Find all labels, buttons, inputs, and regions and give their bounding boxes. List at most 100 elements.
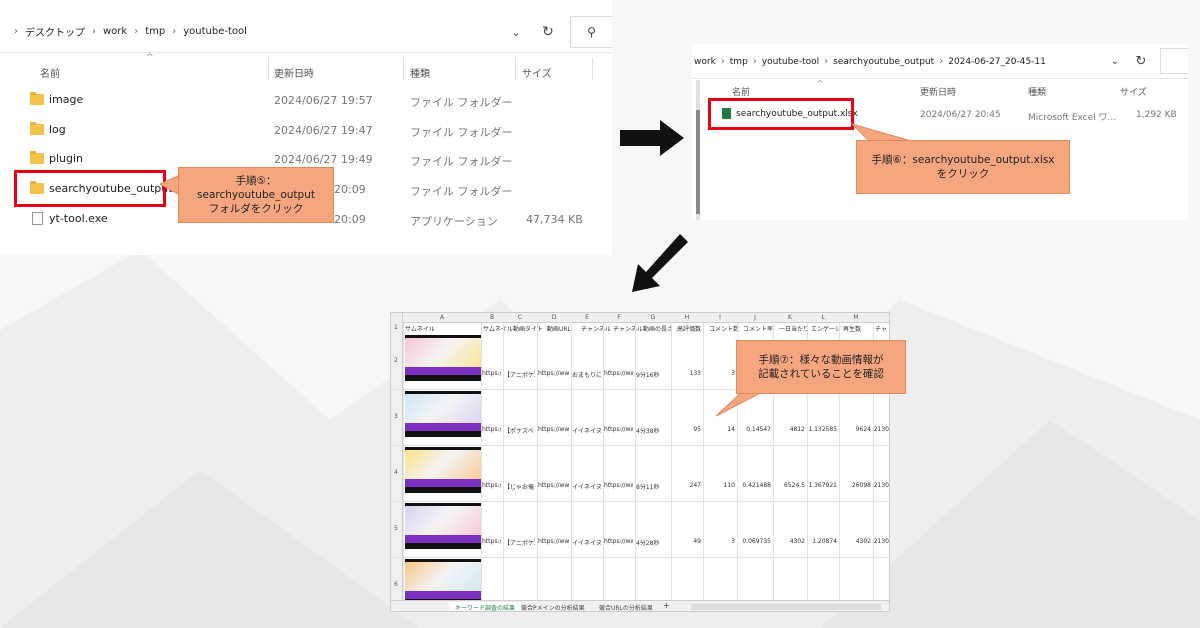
data-cell[interactable]: 2130 bbox=[873, 482, 889, 489]
data-cell[interactable]: https://ww bbox=[603, 482, 633, 489]
row-number[interactable]: 3 bbox=[394, 413, 398, 420]
add-sheet-button[interactable]: + bbox=[663, 601, 670, 610]
column-header-type[interactable]: 種類 bbox=[410, 65, 430, 80]
column-letter[interactable]: L bbox=[807, 314, 839, 321]
data-cell[interactable]: 95 bbox=[671, 426, 701, 433]
data-cell[interactable]: 2130 bbox=[873, 538, 889, 545]
chevron-down-icon[interactable]: ⌄ bbox=[506, 22, 526, 42]
data-cell[interactable]: 110 bbox=[703, 482, 735, 489]
header-cell[interactable]: サムネイル bbox=[405, 324, 439, 333]
column-header-type[interactable]: 種類 bbox=[1028, 85, 1046, 98]
header-cell[interactable]: サムネイル bbox=[483, 324, 517, 333]
data-cell[interactable]: 6524.5 bbox=[773, 482, 805, 489]
data-cell[interactable]: 【アニポケ】 bbox=[503, 370, 535, 379]
data-cell[interactable]: https://i.y bbox=[481, 426, 501, 433]
data-cell[interactable]: https://ww bbox=[603, 426, 633, 433]
breadcrumb-item-youtube-tool[interactable]: youtube-tool bbox=[183, 26, 247, 37]
column-header-date[interactable]: 更新日時 bbox=[920, 85, 956, 98]
horizontal-scrollbar[interactable] bbox=[691, 604, 881, 610]
header-cell[interactable]: 動画タイト bbox=[513, 324, 547, 333]
sheet-tab-competitor-url[interactable]: 競合URLの分析結果 bbox=[599, 603, 653, 611]
row-number[interactable]: 4 bbox=[394, 469, 398, 476]
row-number[interactable]: 5 bbox=[394, 525, 398, 532]
data-cell[interactable]: 26098 bbox=[839, 482, 871, 489]
data-cell[interactable]: 0.14547 bbox=[737, 426, 771, 433]
breadcrumb-item-searchyoutube-output[interactable]: searchyoutube_output bbox=[833, 57, 934, 67]
column-letter[interactable]: F bbox=[603, 314, 635, 321]
data-cell[interactable]: おまもりに bbox=[571, 370, 601, 379]
list-item-image[interactable]: image bbox=[30, 92, 83, 106]
data-cell[interactable]: 49 bbox=[671, 538, 701, 545]
header-cell[interactable]: 高評価数 bbox=[677, 324, 711, 333]
column-letter[interactable]: H bbox=[671, 314, 703, 321]
list-item-plugin[interactable]: plugin bbox=[30, 151, 83, 165]
column-letter[interactable]: A bbox=[403, 314, 481, 321]
data-cell[interactable]: 0.421488 bbox=[737, 482, 771, 489]
data-cell[interactable]: 8分11秒 bbox=[635, 482, 669, 491]
breadcrumb-item-desktop[interactable]: デスクトップ bbox=[25, 24, 85, 39]
sheet-tab-keyword-results[interactable]: キーワード調査の結果 bbox=[449, 602, 522, 611]
search-box[interactable]: ⚲ bbox=[570, 16, 612, 48]
data-cell[interactable]: https://i.y bbox=[481, 482, 501, 489]
column-letter[interactable]: K bbox=[773, 314, 807, 321]
column-letter[interactable]: E bbox=[571, 314, 603, 321]
column-header-name[interactable]: 名前 bbox=[40, 65, 60, 80]
column-header-date[interactable]: 更新日時 bbox=[274, 65, 314, 80]
chevron-down-icon[interactable]: ⌄ bbox=[1106, 52, 1124, 70]
column-header-size[interactable]: サイズ bbox=[1120, 85, 1147, 98]
data-cell[interactable]: 9624 bbox=[839, 426, 871, 433]
data-cell[interactable]: https://ww bbox=[603, 370, 633, 377]
column-letter[interactable]: G bbox=[635, 314, 671, 321]
list-item-yt-tool-exe[interactable]: yt-tool.exe bbox=[30, 212, 108, 225]
data-cell[interactable]: イイネイヌ bbox=[571, 482, 601, 491]
data-cell[interactable]: 1.132585 bbox=[807, 426, 837, 433]
data-cell[interactable]: 0.069735 bbox=[737, 538, 771, 545]
row-number[interactable]: 6 bbox=[394, 581, 398, 588]
header-cell[interactable]: 再生数 bbox=[843, 324, 877, 333]
column-letter[interactable]: M bbox=[839, 314, 873, 321]
data-cell[interactable]: https://ww bbox=[603, 538, 633, 545]
breadcrumb-item-youtube-tool[interactable]: youtube-tool bbox=[762, 57, 819, 67]
column-header-size[interactable]: サイズ bbox=[522, 65, 552, 80]
scrollbar-thumb[interactable] bbox=[696, 110, 700, 214]
column-header-name[interactable]: 名前 bbox=[732, 85, 750, 98]
column-letter[interactable]: I bbox=[703, 314, 737, 321]
data-cell[interactable]: 4分28秒 bbox=[635, 538, 669, 547]
data-cell[interactable]: 【アニポケ】 bbox=[503, 538, 535, 547]
refresh-icon[interactable]: ↻ bbox=[1132, 52, 1150, 70]
data-cell[interactable]: https://ww bbox=[537, 426, 569, 433]
header-cell[interactable]: コメント率 bbox=[743, 324, 777, 333]
data-cell[interactable]: https://ww bbox=[537, 482, 569, 489]
breadcrumb-item-timestamp-folder[interactable]: 2024-06-27_20-45-11 bbox=[948, 57, 1046, 67]
breadcrumb-item-tmp[interactable]: tmp bbox=[145, 26, 165, 37]
data-cell[interactable]: 4分38秒 bbox=[635, 426, 669, 435]
row-number[interactable]: 1 bbox=[394, 324, 398, 331]
search-box[interactable] bbox=[1160, 48, 1188, 74]
data-cell[interactable]: 3 bbox=[703, 370, 735, 377]
data-cell[interactable]: イイネイヌ bbox=[571, 426, 601, 435]
data-cell[interactable]: 4302 bbox=[773, 538, 805, 545]
row-number[interactable]: 2 bbox=[394, 357, 398, 364]
breadcrumb-item-work[interactable]: work bbox=[694, 57, 716, 67]
header-cell[interactable]: 動画URL bbox=[547, 324, 581, 333]
sheet-tab-competitor-main[interactable]: 競合Pメインの分析結果 bbox=[521, 603, 585, 611]
data-cell[interactable]: 2130 bbox=[873, 426, 889, 433]
data-cell[interactable]: https://i.y bbox=[481, 538, 501, 545]
column-letter[interactable]: C bbox=[503, 314, 537, 321]
data-cell[interactable]: 9分16秒 bbox=[635, 370, 669, 379]
data-cell[interactable]: https://ww bbox=[537, 370, 569, 377]
data-cell[interactable]: 247 bbox=[671, 482, 701, 489]
data-cell[interactable]: 1.367921 bbox=[807, 482, 837, 489]
data-cell[interactable]: イイネイヌ bbox=[571, 538, 601, 547]
list-item-log[interactable]: log bbox=[30, 122, 66, 136]
header-cell[interactable]: チャンネル bbox=[581, 324, 615, 333]
data-cell[interactable]: 14 bbox=[703, 426, 735, 433]
data-cell[interactable]: 【ポケスペ bbox=[503, 426, 535, 435]
data-cell[interactable]: 4812 bbox=[773, 426, 805, 433]
data-cell[interactable]: 3 bbox=[703, 538, 735, 545]
header-cell[interactable]: チャ bbox=[875, 324, 889, 333]
column-letter[interactable]: D bbox=[537, 314, 571, 321]
breadcrumb-item-tmp[interactable]: tmp bbox=[730, 57, 748, 67]
scrollbar[interactable] bbox=[696, 80, 700, 220]
data-cell[interactable]: https://ww bbox=[537, 538, 569, 545]
